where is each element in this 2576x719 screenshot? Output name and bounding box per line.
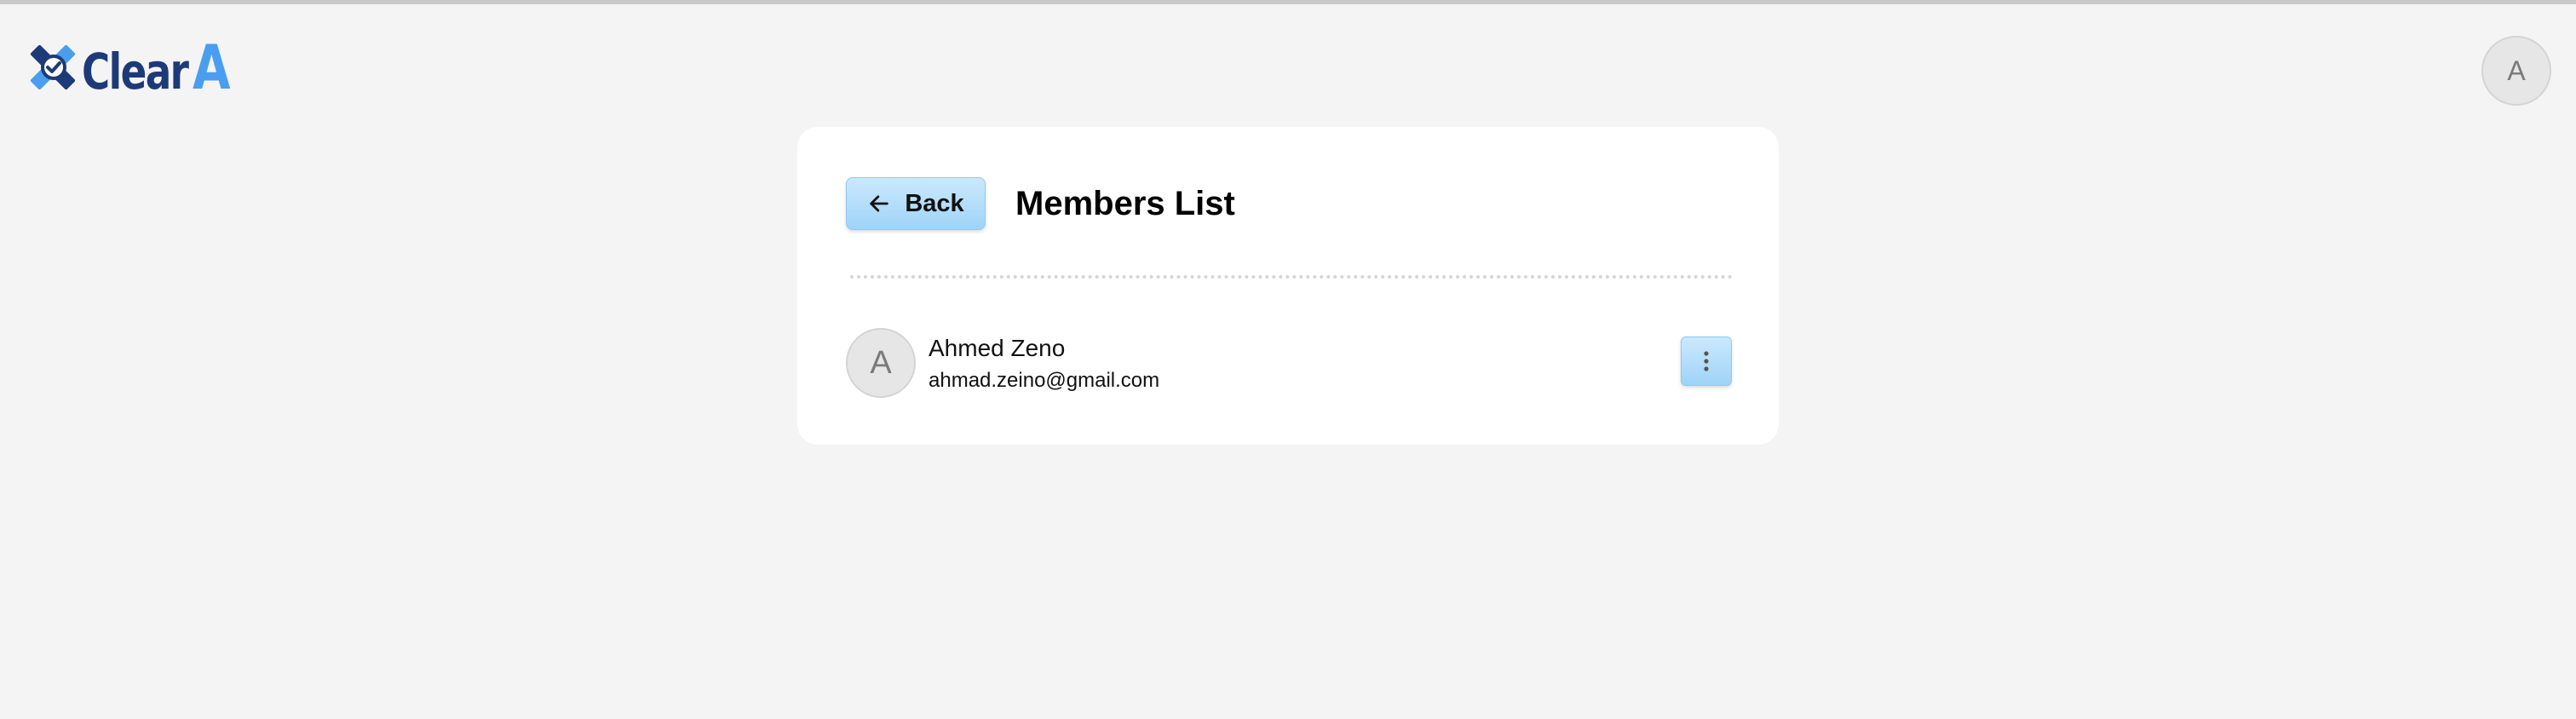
logo-wordmark: Clear A (82, 37, 238, 98)
logo-text-main: Clear (82, 43, 189, 101)
member-avatar-initial: A (870, 344, 892, 381)
logo-text-accent: A (192, 32, 231, 103)
clear-a-logo[interactable]: Clear A (26, 37, 238, 98)
member-options-button[interactable] (1681, 336, 1732, 386)
member-list-item: A Ahmed Zeno ahmad.zeino@gmail.com (846, 328, 1739, 400)
members-card: Back Members List A Ahmed Zeno ahmad.zei… (797, 127, 1779, 445)
more-vertical-icon (1704, 351, 1709, 371)
user-avatar-button[interactable]: A (2481, 36, 2551, 106)
back-button[interactable]: Back (846, 177, 986, 230)
app-header: Clear A A (0, 4, 2576, 132)
page-title: Members List (1015, 185, 1235, 222)
member-email: ahmad.zeino@gmail.com (929, 369, 1160, 392)
section-divider (850, 275, 1733, 279)
back-button-label: Back (905, 189, 964, 217)
logo-mark-icon (30, 44, 76, 90)
arrow-left-icon (870, 195, 889, 212)
user-avatar-initial: A (2507, 55, 2526, 86)
member-name: Ahmed Zeno (929, 335, 1066, 361)
member-avatar: A (846, 328, 916, 398)
